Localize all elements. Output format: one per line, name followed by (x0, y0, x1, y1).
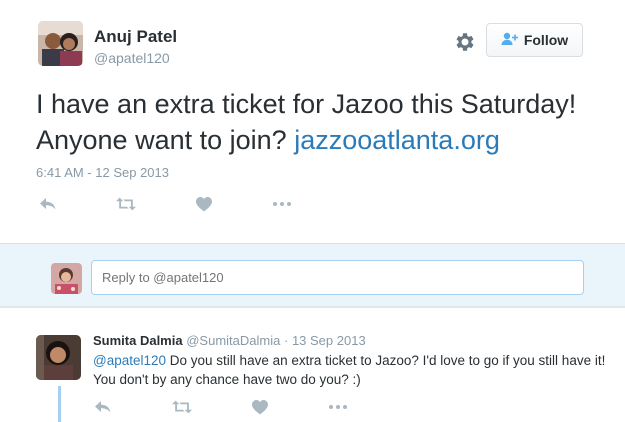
more-icon[interactable] (328, 397, 348, 417)
follow-label: Follow (523, 32, 569, 48)
gear-icon[interactable] (453, 30, 477, 54)
reply-separator: · (283, 333, 289, 348)
thread-line (58, 386, 61, 422)
reply-tweet: Sumita Dalmia @SumitaDalmia · 13 Sep 201… (0, 307, 625, 422)
current-user-avatar (51, 263, 82, 294)
heart-icon[interactable] (250, 397, 270, 417)
reply-author-avatar[interactable] (36, 335, 81, 380)
author-avatar[interactable] (38, 21, 83, 66)
follow-button[interactable]: Follow (486, 23, 583, 57)
tweet-link[interactable]: jazzooatlanta.org (294, 125, 500, 155)
author-name[interactable]: Anuj Patel (94, 27, 177, 47)
retweet-icon[interactable] (116, 194, 136, 214)
reply-icon[interactable] (93, 397, 113, 417)
reply-author-handle[interactable]: @SumitaDalmia (186, 333, 280, 348)
reply-header: Sumita Dalmia @SumitaDalmia · 13 Sep 201… (93, 333, 366, 348)
reply-text: @apatel120 Do you still have an extra ti… (93, 351, 613, 389)
tweet-timestamp[interactable]: 6:41 AM - 12 Sep 2013 (36, 165, 169, 180)
heart-icon[interactable] (194, 194, 214, 214)
reply-date[interactable]: 13 Sep 2013 (292, 333, 366, 348)
author-handle[interactable]: @apatel120 (94, 50, 170, 66)
reply-icon[interactable] (38, 194, 58, 214)
reply-mention[interactable]: @apatel120 (93, 353, 166, 368)
add-user-icon (501, 32, 519, 49)
reply-input[interactable] (91, 260, 584, 295)
main-tweet: Anuj Patel @apatel120 Follow I have an e… (0, 0, 625, 243)
more-icon[interactable] (272, 194, 292, 214)
tweet-text: I have an extra ticket for Jazoo this Sa… (36, 86, 621, 158)
retweet-icon[interactable] (172, 397, 192, 417)
reply-body: Do you still have an extra ticket to Jaz… (93, 353, 606, 387)
reply-author-name[interactable]: Sumita Dalmia (93, 333, 183, 348)
reply-compose-area (0, 243, 625, 307)
